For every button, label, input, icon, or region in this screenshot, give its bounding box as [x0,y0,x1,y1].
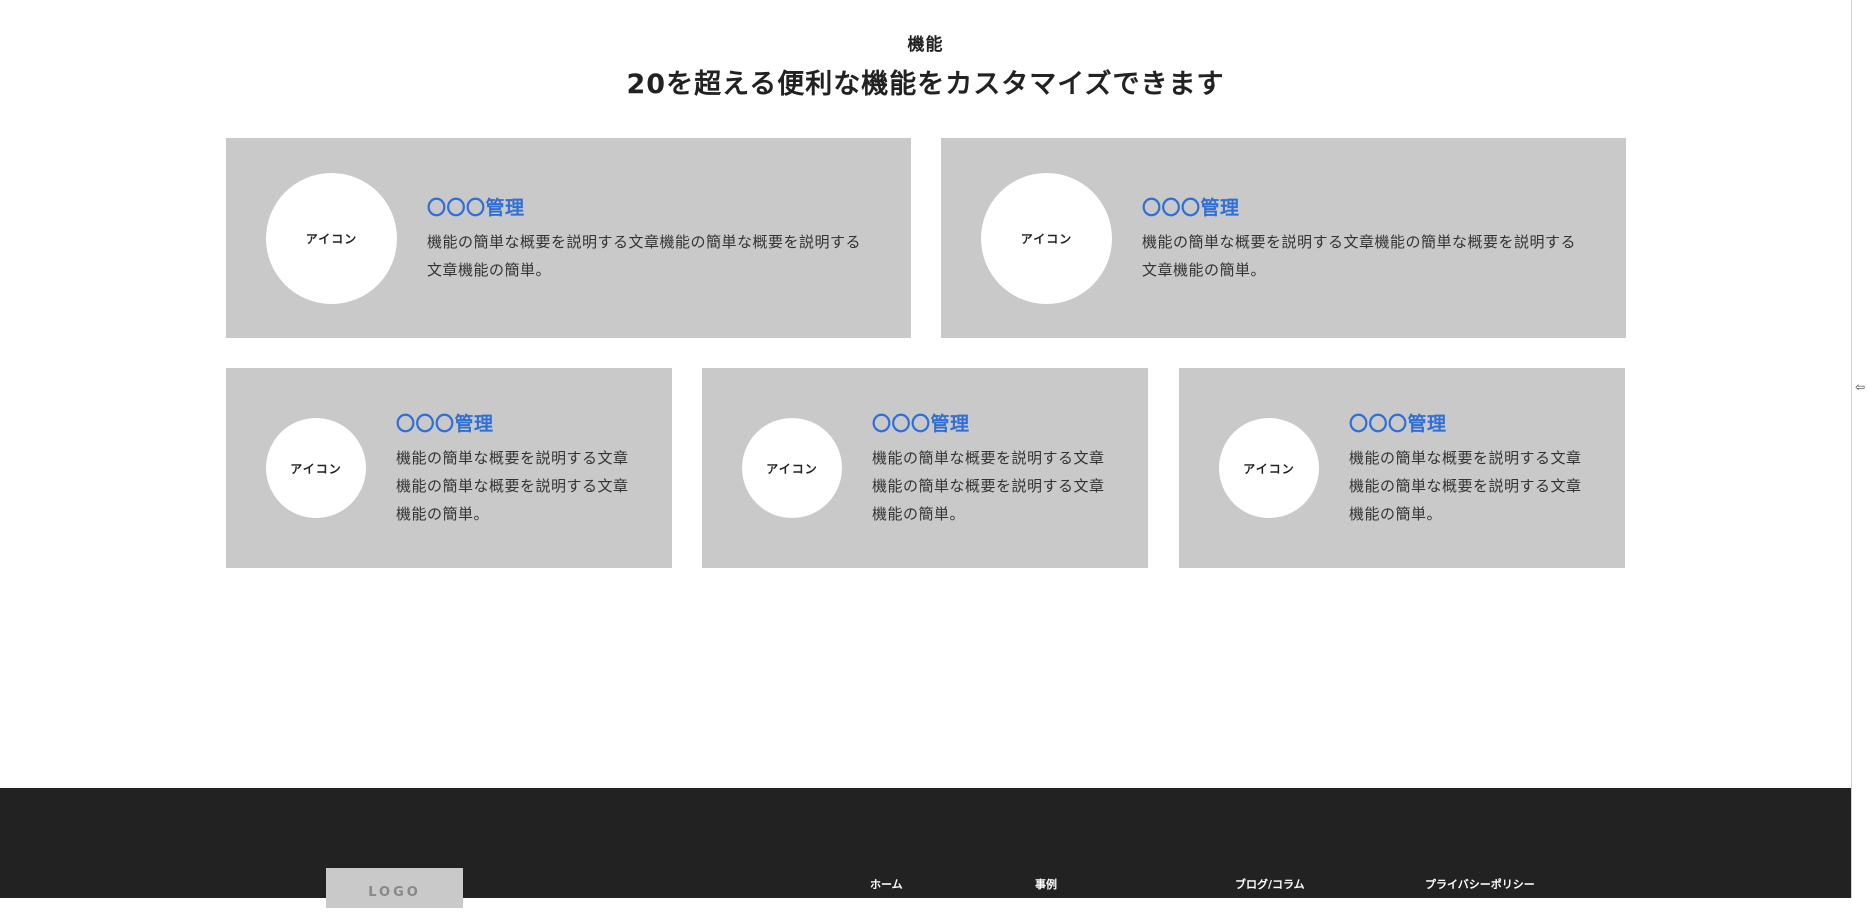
feature-description: 機能の簡単な概要を説明する文章機能の簡単な概要を説明する文章機能の簡単。 [1349,448,1582,523]
feature-title: 〇〇〇管理 [872,412,970,435]
feature-icon-placeholder: アイコン [266,418,366,518]
feature-description: 機能の簡単な概要を説明する文章機能の簡単な概要を説明する文章機能の簡単。 [396,448,629,523]
feature-icon-placeholder: アイコン [742,418,842,518]
feature-title: 〇〇〇管理 [1142,196,1240,219]
footer-link-privacy[interactable]: プライバシーポリシー [1425,876,1535,892]
feature-description: 機能の簡単な概要を説明する文章機能の簡単な概要を説明する文章機能の簡単。 [427,232,862,279]
section-eyebrow: 機能 [907,35,944,55]
feature-card: アイコン 〇〇〇管理 機能の簡単な概要を説明する文章機能の簡単な概要を説明する文… [226,138,911,338]
feature-description: 機能の簡単な概要を説明する文章機能の簡単な概要を説明する文章機能の簡単。 [1142,232,1577,279]
footer-link-cases[interactable]: 事例 [1035,876,1057,892]
resize-handle-icon[interactable]: ⇦ [1855,380,1865,394]
feature-card: アイコン 〇〇〇管理 機能の簡単な概要を説明する文章機能の簡単な概要を説明する文… [226,368,672,568]
section-heading: 20を超える便利な機能をカスタマイズできます [626,69,1225,100]
footer-logo[interactable]: LOGO [326,868,463,908]
vertical-scrollbar[interactable]: ⇦ [1851,0,1869,898]
feature-card: アイコン 〇〇〇管理 機能の簡単な概要を説明する文章機能の簡単な概要を説明する文… [941,138,1626,338]
feature-title: 〇〇〇管理 [427,196,525,219]
page: 機能 20を超える便利な機能をカスタマイズできます アイコン 〇〇〇管理 機能の… [0,0,1851,908]
feature-card: アイコン 〇〇〇管理 機能の簡単な概要を説明する文章機能の簡単な概要を説明する文… [702,368,1148,568]
feature-title: 〇〇〇管理 [1349,412,1447,435]
site-footer: LOGO ホーム 事例 ブログ/コラム プライバシーポリシー [0,788,1851,908]
feature-card: アイコン 〇〇〇管理 機能の簡単な概要を説明する文章機能の簡単な概要を説明する文… [1179,368,1625,568]
feature-description: 機能の簡単な概要を説明する文章機能の簡単な概要を説明する文章機能の簡単。 [872,448,1105,523]
footer-link-home[interactable]: ホーム [870,876,903,892]
feature-icon-placeholder: アイコン [266,172,397,304]
footer-link-blog[interactable]: ブログ/コラム [1235,876,1305,892]
feature-title: 〇〇〇管理 [396,412,494,435]
feature-icon-placeholder: アイコン [1219,418,1319,518]
feature-icon-placeholder: アイコン [981,172,1112,304]
